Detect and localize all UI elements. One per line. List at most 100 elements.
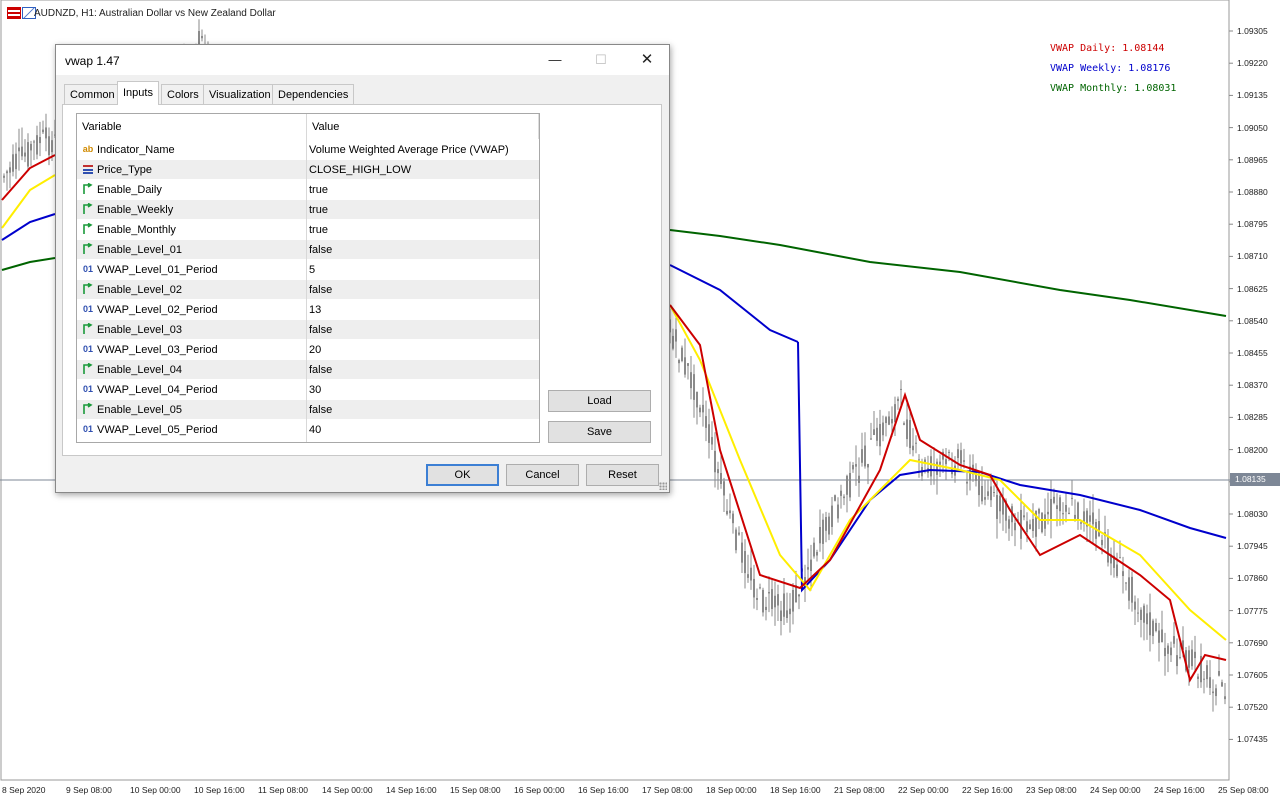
table-row[interactable]: Enable_Level_01 false bbox=[77, 239, 539, 259]
table-row[interactable]: Enable_Level_02 false bbox=[77, 279, 539, 299]
candle-body bbox=[738, 532, 740, 535]
int-type-icon: 01 bbox=[82, 344, 93, 354]
variable-value[interactable]: 5 bbox=[309, 264, 315, 276]
candle-body bbox=[753, 578, 755, 598]
time-tick-label: 25 Sep 08:00 bbox=[1218, 785, 1269, 795]
candle-body bbox=[1119, 557, 1121, 559]
candle-body bbox=[1125, 582, 1127, 584]
candle-body bbox=[819, 526, 821, 544]
candle-body bbox=[828, 516, 830, 535]
variable-value[interactable]: CLOSE_HIGH_LOW bbox=[309, 164, 411, 176]
tab-common[interactable]: Common bbox=[64, 84, 121, 104]
candle-body bbox=[885, 417, 887, 423]
candle-body bbox=[708, 424, 710, 443]
variable-value[interactable]: true bbox=[309, 224, 328, 236]
variable-name: VWAP_Level_01_Period bbox=[97, 264, 218, 276]
candle-body bbox=[822, 519, 824, 544]
table-row[interactable]: Enable_Level_03 false bbox=[77, 319, 539, 339]
candle-body bbox=[720, 473, 722, 485]
candle-body bbox=[987, 491, 989, 496]
candle-body bbox=[810, 559, 812, 572]
variable-value[interactable]: 30 bbox=[309, 384, 321, 396]
bool-type-icon bbox=[82, 402, 94, 415]
candle-body bbox=[1098, 521, 1100, 537]
variable-value[interactable]: true bbox=[309, 204, 328, 216]
maximize-button[interactable]: ☐ bbox=[578, 45, 624, 75]
dialog-titlebar[interactable]: vwap 1.47 ― ☐ ✕ bbox=[56, 45, 669, 75]
candle-body bbox=[1131, 576, 1133, 603]
price-tick-label: 1.08795 bbox=[1237, 219, 1268, 230]
candle-body bbox=[783, 593, 785, 617]
price-tick-label: 1.07605 bbox=[1237, 670, 1268, 680]
price-tick-label: 1.08370 bbox=[1237, 380, 1268, 391]
table-row[interactable]: Price_Type CLOSE_HIGH_LOW bbox=[77, 159, 539, 179]
vwap-daily-label: VWAP Daily: 1.08144 bbox=[1050, 43, 1165, 54]
candle-body bbox=[750, 567, 752, 581]
load-button[interactable]: Load bbox=[548, 390, 651, 412]
candle-body bbox=[699, 407, 701, 413]
variable-value[interactable]: false bbox=[309, 364, 332, 376]
tab-dependencies[interactable]: Dependencies bbox=[272, 84, 355, 104]
variable-value[interactable]: 13 bbox=[309, 304, 321, 316]
ok-button[interactable]: OK bbox=[426, 464, 499, 486]
tab-visualization[interactable]: Visualization bbox=[203, 84, 277, 104]
candle-body bbox=[798, 594, 800, 597]
table-row[interactable]: Enable_Daily true bbox=[77, 179, 539, 199]
candle-body bbox=[978, 473, 980, 496]
candle-body bbox=[774, 595, 776, 608]
variable-value[interactable]: false bbox=[309, 244, 332, 256]
column-divider bbox=[306, 114, 307, 442]
vwap-monthly-label: VWAP Monthly: 1.08031 bbox=[1050, 83, 1177, 94]
candle-body bbox=[966, 481, 968, 484]
column-header-value[interactable]: Value bbox=[307, 114, 539, 139]
table-row[interactable]: 01 VWAP_Level_05_Period 40 bbox=[77, 419, 539, 439]
candle-body bbox=[996, 494, 998, 519]
table-row[interactable]: 01 VWAP_Level_01_Period 5 bbox=[77, 259, 539, 279]
price-tick-label: 1.09220 bbox=[1237, 58, 1268, 69]
cancel-button[interactable]: Cancel bbox=[506, 464, 579, 486]
variable-value[interactable]: false bbox=[309, 284, 332, 296]
table-row[interactable]: Enable_Monthly true bbox=[77, 219, 539, 239]
candle-body bbox=[726, 510, 728, 515]
minimize-button[interactable]: ― bbox=[532, 45, 578, 75]
table-row[interactable]: ab Indicator_Name Volume Weighted Average … bbox=[77, 139, 539, 159]
candle-body bbox=[711, 437, 713, 445]
candle-body bbox=[1047, 511, 1049, 515]
candle-body bbox=[21, 146, 23, 157]
variable-name: Enable_Level_02 bbox=[97, 284, 183, 296]
table-row[interactable]: 01 VWAP_Level_04_Period 30 bbox=[77, 379, 539, 399]
tab-colors[interactable]: Colors bbox=[161, 84, 205, 104]
table-row[interactable]: 01 VWAP_Level_02_Period 13 bbox=[77, 299, 539, 319]
candle-body bbox=[813, 542, 815, 557]
candle-body bbox=[675, 329, 677, 342]
save-button[interactable]: Save bbox=[548, 421, 651, 443]
bar-chart-icon[interactable] bbox=[7, 7, 21, 19]
candle-body bbox=[741, 542, 743, 563]
variable-name: Enable_Level_04 bbox=[97, 364, 183, 376]
table-row[interactable]: Enable_Level_04 false bbox=[77, 359, 539, 379]
resize-grip-icon[interactable] bbox=[659, 482, 667, 490]
close-button[interactable]: ✕ bbox=[624, 45, 670, 75]
candle-body bbox=[852, 465, 854, 470]
variable-value[interactable]: 20 bbox=[309, 344, 321, 356]
candle-body bbox=[744, 551, 746, 574]
time-tick-label: 15 Sep 08:00 bbox=[450, 785, 501, 795]
variable-name: Price_Type bbox=[97, 164, 153, 176]
table-row[interactable]: Enable_Level_05 false bbox=[77, 399, 539, 419]
table-row[interactable]: 01 VWAP_Level_03_Period 20 bbox=[77, 339, 539, 359]
candle-body bbox=[684, 357, 686, 375]
variable-value[interactable]: false bbox=[309, 404, 332, 416]
candle-body bbox=[1062, 513, 1064, 515]
variable-value[interactable]: false bbox=[309, 324, 332, 336]
variable-value[interactable]: 40 bbox=[309, 424, 321, 436]
price-tick-label: 1.08540 bbox=[1237, 315, 1268, 326]
candle-body bbox=[1053, 496, 1055, 503]
reset-button[interactable]: Reset bbox=[586, 464, 659, 486]
variable-value[interactable]: true bbox=[309, 184, 328, 196]
candle-body bbox=[861, 449, 863, 463]
variable-value[interactable]: Volume Weighted Average Price (VWAP) bbox=[309, 144, 509, 156]
column-header-variable[interactable]: Variable bbox=[77, 114, 307, 139]
table-row[interactable]: Enable_Weekly true bbox=[77, 199, 539, 219]
candle-body bbox=[1029, 524, 1031, 530]
tab-inputs[interactable]: Inputs bbox=[117, 81, 159, 105]
